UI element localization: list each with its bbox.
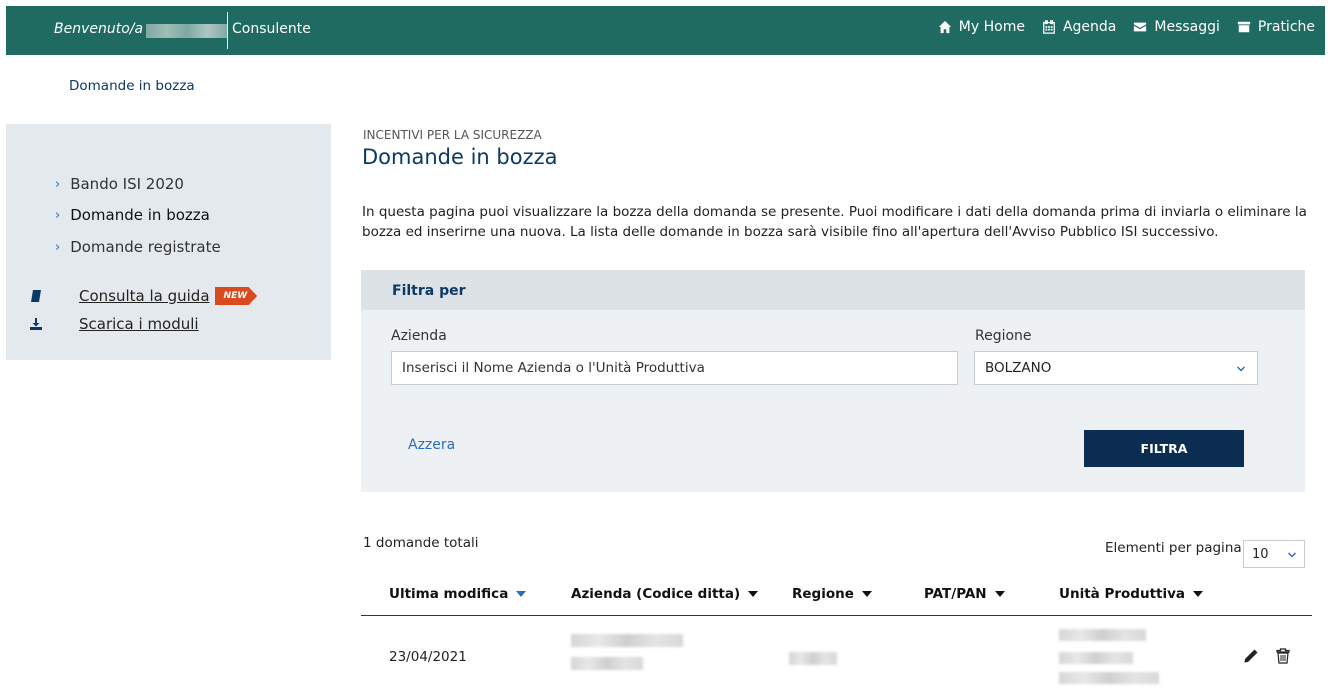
sidebar-item-bando-isi[interactable]: › Bando ISI 2020	[55, 175, 184, 193]
table-header-divider	[361, 615, 1312, 616]
cell-unita-redacted	[1059, 629, 1146, 641]
sidebar-guide-link[interactable]: Consulta la guida NEW	[30, 287, 258, 305]
chevron-down-icon	[1288, 552, 1296, 558]
nav-agenda[interactable]: Agenda	[1042, 19, 1116, 35]
nav-messaggi[interactable]: Messaggi	[1133, 19, 1220, 35]
column-azienda[interactable]: Azienda (Codice ditta)	[571, 586, 759, 602]
column-pat-pan[interactable]: PAT/PAN	[924, 586, 1005, 602]
regione-selected-value: BOLZANO	[985, 360, 1052, 376]
per-page-select[interactable]: 10	[1243, 540, 1305, 568]
chevron-right-icon: ›	[55, 207, 61, 223]
edit-pencil-icon[interactable]	[1243, 648, 1259, 664]
header-divider	[227, 12, 228, 49]
column-label: Azienda (Codice ditta)	[571, 586, 741, 602]
calendar-icon	[1043, 20, 1055, 34]
column-label: Unità Produttiva	[1059, 586, 1186, 602]
nav-messaggi-label: Messaggi	[1154, 19, 1220, 35]
sidebar-item-label: Domande registrate	[70, 238, 221, 256]
page-title: Domande in bozza	[362, 145, 558, 169]
results-total: 1 domande totali	[363, 535, 479, 551]
book-icon	[31, 290, 41, 302]
azienda-label: Azienda	[391, 328, 447, 344]
chevron-right-icon: ›	[55, 176, 61, 192]
regione-select[interactable]: BOLZANO	[974, 351, 1258, 385]
welcome-text: Benvenuto/a	[54, 21, 144, 37]
sidebar-item-label: Bando ISI 2020	[70, 175, 184, 193]
column-unita-produttiva[interactable]: Unità Produttiva	[1059, 586, 1204, 602]
per-page-value: 10	[1252, 547, 1269, 562]
user-role: Consulente	[232, 21, 311, 37]
chevron-right-icon: ›	[55, 239, 61, 255]
azienda-input[interactable]: Inserisci il Nome Azienda o l'Unità Prod…	[391, 351, 958, 385]
folder-icon	[1237, 21, 1251, 33]
nav-agenda-label: Agenda	[1062, 19, 1117, 35]
cell-azienda-code-redacted	[571, 657, 643, 670]
header-nav: My Home Agenda Messaggi Pratiche	[938, 19, 1315, 35]
sidebar-item-label: Domande in bozza	[70, 206, 210, 224]
cell-ultima-modifica: 23/04/2021	[389, 649, 467, 665]
sort-icon	[994, 591, 1005, 597]
filter-button[interactable]: FILTRA	[1084, 430, 1244, 467]
filter-panel: Filtra per Azienda Inserisci il Nome Azi…	[361, 270, 1305, 492]
trash-icon[interactable]	[1275, 648, 1291, 664]
regione-label: Regione	[975, 328, 1032, 344]
column-label: PAT/PAN	[924, 586, 987, 602]
cell-unita-redacted	[1059, 652, 1133, 664]
sidebar-item-domande-bozza[interactable]: › Domande in bozza	[55, 206, 210, 224]
per-page-label: Elementi per pagina	[1105, 540, 1242, 556]
chevron-down-icon	[1237, 366, 1245, 372]
column-ultima-modifica[interactable]: Ultima modifica	[389, 586, 527, 602]
download-icon	[30, 318, 42, 330]
nav-pratiche[interactable]: Pratiche	[1237, 19, 1315, 35]
nav-pratiche-label: Pratiche	[1257, 19, 1315, 35]
cell-unita-redacted	[1059, 672, 1159, 684]
column-label: Regione	[792, 586, 854, 602]
sidebar-item-domande-registrate[interactable]: › Domande registrate	[55, 238, 221, 256]
column-label: Ultima modifica	[389, 586, 509, 602]
section-kicker: INCENTIVI PER LA SICUREZZA	[363, 128, 542, 142]
sort-icon	[748, 591, 759, 597]
guide-link-label: Consulta la guida	[79, 287, 210, 305]
sidebar: › Bando ISI 2020 › Domande in bozza › Do…	[6, 124, 331, 360]
home-icon	[938, 20, 951, 34]
download-link-label: Scarica i moduli	[79, 315, 199, 333]
sort-icon	[861, 591, 872, 597]
cell-azienda-redacted	[571, 634, 683, 647]
nav-my-home[interactable]: My Home	[938, 19, 1025, 35]
new-badge: NEW	[214, 287, 258, 305]
nav-my-home-label: My Home	[958, 19, 1025, 35]
top-header: Benvenuto/a Consulente My Home Agenda Me…	[6, 6, 1325, 55]
column-regione[interactable]: Regione	[792, 586, 872, 602]
user-name-redacted	[146, 24, 228, 38]
envelope-icon	[1134, 22, 1147, 32]
sidebar-download-link[interactable]: Scarica i moduli	[30, 315, 199, 333]
filter-heading: Filtra per	[361, 270, 1305, 310]
sort-desc-icon	[516, 591, 527, 597]
sort-icon	[1193, 591, 1204, 597]
breadcrumb[interactable]: Domande in bozza	[69, 78, 195, 94]
cell-regione-redacted	[789, 652, 837, 665]
reset-filter-link[interactable]: Azzera	[408, 437, 455, 453]
intro-text: In questa pagina puoi visualizzare la bo…	[362, 204, 1307, 240]
